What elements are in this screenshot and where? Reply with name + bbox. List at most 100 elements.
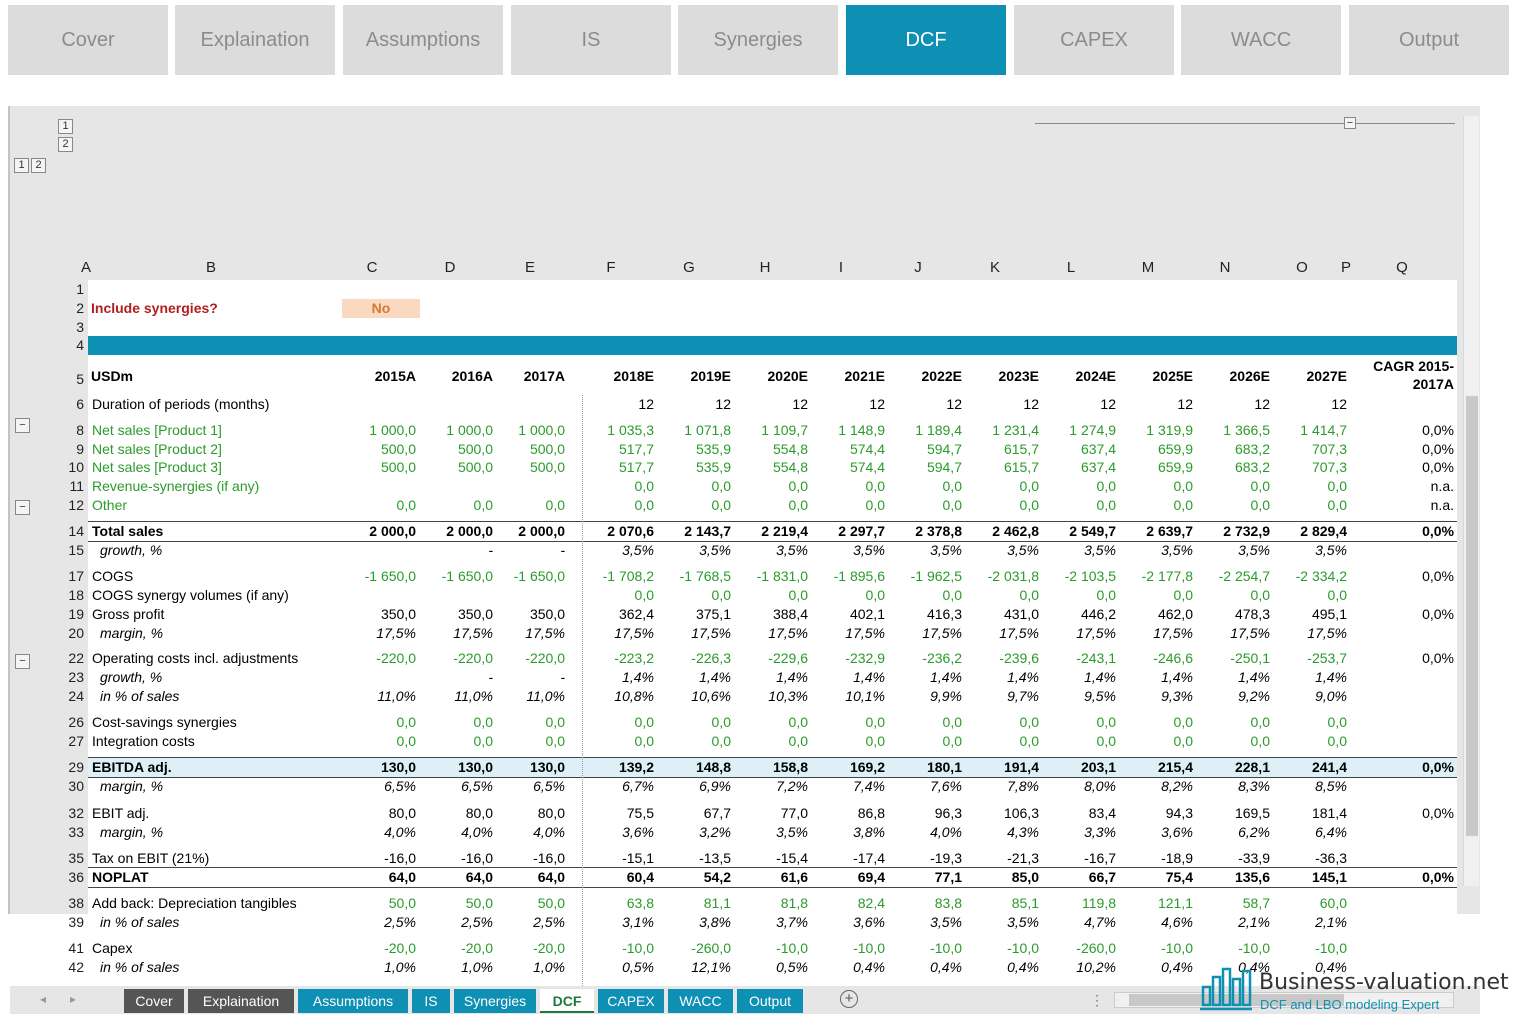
value-cell[interactable]: -10,0 bbox=[959, 939, 1039, 958]
value-cell[interactable]: 3,5% bbox=[882, 541, 962, 560]
value-cell[interactable]: 67,7 bbox=[651, 804, 731, 823]
value-cell[interactable]: 119,8 bbox=[1036, 894, 1116, 913]
value-cell[interactable]: 17,5% bbox=[336, 624, 416, 643]
value-cell[interactable]: 2 219,4 bbox=[728, 522, 808, 541]
value-cell[interactable]: 3,5% bbox=[1036, 541, 1116, 560]
value-cell[interactable]: 9,3% bbox=[1113, 687, 1193, 706]
value-cell[interactable]: 12 bbox=[959, 395, 1039, 414]
value-cell[interactable]: 0,0 bbox=[651, 586, 731, 605]
value-cell[interactable]: 0,0 bbox=[805, 732, 885, 751]
value-cell[interactable]: 106,3 bbox=[959, 804, 1039, 823]
value-cell[interactable]: 0,0 bbox=[882, 713, 962, 732]
value-cell[interactable]: 10,8% bbox=[574, 687, 654, 706]
row-header[interactable]: 41 bbox=[58, 939, 84, 958]
value-cell[interactable]: 0,0 bbox=[805, 496, 885, 515]
column-header-e[interactable]: E bbox=[515, 259, 545, 276]
row-header[interactable]: 17 bbox=[58, 567, 84, 586]
value-cell[interactable]: 8,0% bbox=[1036, 777, 1116, 796]
value-cell[interactable]: 8,5% bbox=[1267, 777, 1347, 796]
value-cell[interactable]: 6,4% bbox=[1267, 823, 1347, 842]
value-cell[interactable]: 637,4 bbox=[1036, 440, 1116, 459]
more-options-icon[interactable]: ⋮ bbox=[1090, 992, 1104, 1009]
value-cell[interactable]: 12 bbox=[728, 395, 808, 414]
row-header[interactable]: 11 bbox=[58, 477, 84, 496]
value-cell[interactable]: 3,5% bbox=[805, 541, 885, 560]
value-cell[interactable]: 4,0% bbox=[485, 823, 565, 842]
value-cell[interactable]: 1 148,9 bbox=[805, 421, 885, 440]
value-cell[interactable]: -10,0 bbox=[728, 939, 808, 958]
value-cell[interactable]: 554,8 bbox=[728, 440, 808, 459]
value-cell[interactable]: 500,0 bbox=[336, 440, 416, 459]
value-cell[interactable]: 3,7% bbox=[728, 913, 808, 932]
value-cell[interactable]: 0,0 bbox=[805, 586, 885, 605]
value-cell[interactable]: 2,5% bbox=[485, 913, 565, 932]
value-cell[interactable]: 1,4% bbox=[805, 668, 885, 687]
value-cell[interactable]: 1,4% bbox=[882, 668, 962, 687]
row-header[interactable]: 15 bbox=[58, 541, 84, 560]
row-header[interactable]: 24 bbox=[58, 687, 84, 706]
value-cell[interactable]: 4,6% bbox=[1113, 913, 1193, 932]
value-cell[interactable]: 0,0 bbox=[1036, 586, 1116, 605]
value-cell[interactable]: 3,5% bbox=[882, 913, 962, 932]
value-cell[interactable]: 1 035,3 bbox=[574, 421, 654, 440]
value-cell[interactable]: -1 895,6 bbox=[805, 567, 885, 586]
value-cell[interactable]: 80,0 bbox=[413, 804, 493, 823]
value-cell[interactable]: 2 462,8 bbox=[959, 522, 1039, 541]
value-cell[interactable]: 241,4 bbox=[1267, 758, 1347, 777]
value-cell[interactable]: 6,2% bbox=[1190, 823, 1270, 842]
value-cell[interactable]: -13,5 bbox=[651, 849, 731, 868]
value-cell[interactable]: 0,0 bbox=[1190, 586, 1270, 605]
value-cell[interactable]: -10,0 bbox=[1190, 939, 1270, 958]
value-cell[interactable]: 1 366,5 bbox=[1190, 421, 1270, 440]
value-cell[interactable]: 2 639,7 bbox=[1113, 522, 1193, 541]
value-cell[interactable]: 0,0 bbox=[485, 713, 565, 732]
value-cell[interactable]: 80,0 bbox=[485, 804, 565, 823]
value-cell[interactable]: 75,4 bbox=[1113, 868, 1193, 887]
value-cell[interactable]: -10,0 bbox=[1113, 939, 1193, 958]
value-cell[interactable]: 0,0 bbox=[1190, 496, 1270, 515]
value-cell[interactable]: -19,3 bbox=[882, 849, 962, 868]
value-cell[interactable]: 10,2% bbox=[1036, 958, 1116, 977]
column-header-g[interactable]: G bbox=[674, 259, 704, 276]
value-cell[interactable]: 10,1% bbox=[805, 687, 885, 706]
value-cell[interactable]: 2 297,7 bbox=[805, 522, 885, 541]
value-cell[interactable]: -16,7 bbox=[1036, 849, 1116, 868]
nav-tab-capex[interactable]: CAPEX bbox=[1014, 5, 1174, 75]
value-cell[interactable]: 707,3 bbox=[1267, 440, 1347, 459]
value-cell[interactable]: 3,8% bbox=[805, 823, 885, 842]
value-cell[interactable]: 0,0 bbox=[1190, 732, 1270, 751]
value-cell[interactable]: 350,0 bbox=[336, 605, 416, 624]
value-cell[interactable]: 2 000,0 bbox=[336, 522, 416, 541]
value-cell[interactable]: 683,2 bbox=[1190, 458, 1270, 477]
value-cell[interactable]: -1 831,0 bbox=[728, 567, 808, 586]
value-cell[interactable]: 0,4% bbox=[1113, 958, 1193, 977]
nav-tab-output[interactable]: Output bbox=[1349, 5, 1509, 75]
value-cell[interactable]: 158,8 bbox=[728, 758, 808, 777]
value-cell[interactable]: 0,0 bbox=[1190, 477, 1270, 496]
value-cell[interactable]: 0,0 bbox=[485, 496, 565, 515]
value-cell[interactable]: 1 071,8 bbox=[651, 421, 731, 440]
row-outline-level-1-button[interactable]: 1 bbox=[14, 158, 29, 173]
value-cell[interactable]: 2 378,8 bbox=[882, 522, 962, 541]
value-cell[interactable]: 362,4 bbox=[574, 605, 654, 624]
value-cell[interactable]: 3,5% bbox=[651, 541, 731, 560]
value-cell[interactable]: 17,5% bbox=[1267, 624, 1347, 643]
value-cell[interactable]: 66,7 bbox=[1036, 868, 1116, 887]
value-cell[interactable]: 615,7 bbox=[959, 440, 1039, 459]
value-cell[interactable]: 10,3% bbox=[728, 687, 808, 706]
value-cell[interactable]: -220,0 bbox=[336, 649, 416, 668]
value-cell[interactable]: 517,7 bbox=[574, 440, 654, 459]
value-cell[interactable]: 0,0 bbox=[1267, 496, 1347, 515]
value-cell[interactable]: 0,0 bbox=[1036, 732, 1116, 751]
value-cell[interactable]: 0,0 bbox=[1113, 477, 1193, 496]
value-cell[interactable]: 12,1% bbox=[651, 958, 731, 977]
value-cell[interactable]: 85,1 bbox=[959, 894, 1039, 913]
value-cell[interactable]: 0,0 bbox=[485, 732, 565, 751]
row-header[interactable]: 39 bbox=[58, 913, 84, 932]
value-cell[interactable]: 94,3 bbox=[1113, 804, 1193, 823]
sheet-tab-capex[interactable]: CAPEX bbox=[598, 989, 664, 1013]
nav-tab-cover[interactable]: Cover bbox=[8, 5, 168, 75]
value-cell[interactable]: 9,5% bbox=[1036, 687, 1116, 706]
value-cell[interactable]: 0,0 bbox=[805, 713, 885, 732]
value-cell[interactable]: -18,9 bbox=[1113, 849, 1193, 868]
